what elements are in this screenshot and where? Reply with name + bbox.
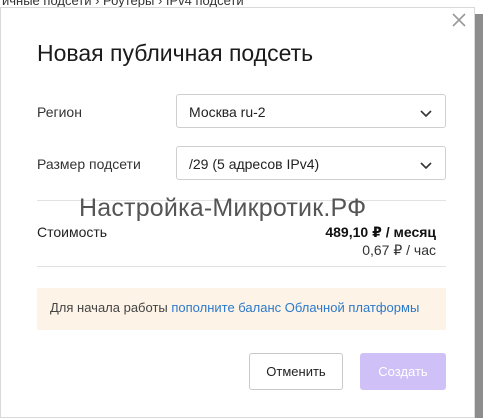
cancel-button[interactable]: Отменить <box>249 353 343 390</box>
subnet-size-select-value: /29 (5 адресов IPv4) <box>189 156 320 172</box>
cost-monthly: 489,10 ₽ / месяц <box>325 224 436 240</box>
subnet-size-select[interactable]: /29 (5 адресов IPv4) <box>176 146 446 180</box>
subnet-size-label: Размер подсети <box>37 156 141 172</box>
watermark: Настройка-Микротик.РФ <box>79 194 367 222</box>
cost-hourly: 0,67 ₽ / час <box>362 242 436 258</box>
balance-notice: Для начала работы пополните баланс Облач… <box>37 288 446 330</box>
chevron-down-icon <box>419 158 433 170</box>
create-button[interactable]: Создать <box>360 353 446 390</box>
cost-label: Стоимость <box>37 224 108 240</box>
region-select-value: Москва ru-2 <box>189 104 266 120</box>
region-select[interactable]: Москва ru-2 <box>176 94 446 128</box>
chevron-down-icon <box>419 106 433 118</box>
top-up-balance-link[interactable]: пополните баланс Облачной платформы <box>171 300 419 315</box>
close-icon[interactable] <box>447 8 471 32</box>
notice-text: Для начала работы <box>50 300 172 315</box>
new-public-subnet-dialog: Новая публичная подсеть Регион Москва ru… <box>0 7 475 418</box>
divider <box>37 266 446 267</box>
dialog-title: Новая публичная подсеть <box>37 40 314 66</box>
region-label: Регион <box>37 104 82 120</box>
